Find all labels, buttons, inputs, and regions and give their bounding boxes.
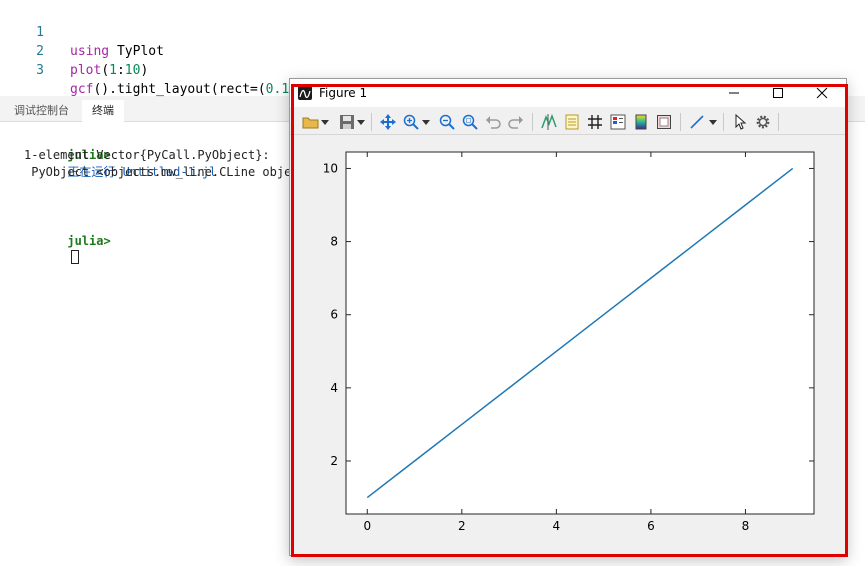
settings-icon[interactable] [754, 113, 772, 131]
figure-app-icon [298, 86, 312, 100]
data-cursor-icon[interactable] [540, 113, 558, 131]
maximize-button[interactable] [756, 79, 800, 107]
code-line-2[interactable]: 2 plot(1:10) [0, 23, 865, 78]
code-token: 1 [109, 63, 117, 78]
toolbar-separator [723, 113, 724, 131]
y-tick-label: 2 [330, 454, 338, 468]
grid-icon[interactable] [586, 113, 604, 131]
terminal-output-line: PyObject <objects.mw_line.CLine object [24, 165, 306, 179]
code-line-1[interactable]: 1 using TyPlot [0, 4, 865, 59]
tab-debug-console[interactable]: 调试控制台 [4, 100, 79, 122]
code-token: : [116, 63, 125, 78]
code-token: plot [70, 63, 102, 78]
x-tick-label: 6 [647, 519, 655, 533]
code-token: ().tight_layout(rect=( [93, 82, 266, 97]
y-tick-label: 8 [330, 235, 338, 249]
code-token: gcf [70, 82, 94, 97]
colormap-icon[interactable] [632, 113, 650, 131]
code-text[interactable]: plot(1:10) [70, 61, 148, 80]
line-style-icon[interactable] [688, 113, 706, 131]
minimize-button[interactable] [712, 79, 756, 107]
figure-window: Figure 1 0 2 4 6 8 2 4 6 8 10 [289, 78, 847, 556]
open-dropdown[interactable] [321, 113, 329, 131]
line-style-dropdown[interactable] [709, 113, 717, 131]
minimize-icon [729, 92, 739, 94]
y-tick-label: 4 [330, 381, 338, 395]
line-number: 3 [36, 63, 44, 78]
code-token: 0.1 [265, 82, 290, 97]
y-tick-label: 10 [323, 161, 338, 175]
maximize-icon [773, 88, 783, 98]
pan-icon[interactable] [379, 113, 397, 131]
tab-terminal[interactable]: 终端 [82, 100, 124, 122]
line-chart[interactable]: 0 2 4 6 8 2 4 6 8 10 [290, 137, 846, 555]
x-tick-label: 0 [363, 519, 371, 533]
zoom-fit-icon[interactable] [461, 113, 479, 131]
figure-titlebar[interactable]: Figure 1 [290, 79, 846, 107]
pointer-icon[interactable] [731, 113, 749, 131]
terminal-output-line: 1-element Vector{PyCall.PyObject}: [24, 148, 270, 162]
toolbar-separator [778, 113, 779, 131]
legend-icon[interactable] [563, 113, 581, 131]
x-tick-label: 4 [553, 519, 561, 533]
code-token: 10 [124, 63, 141, 78]
y-tick-label: 6 [330, 308, 338, 322]
x-tick-label: 8 [742, 519, 750, 533]
undo-icon[interactable] [484, 113, 502, 131]
zoom-in-icon[interactable] [402, 113, 420, 131]
toolbar-separator [371, 113, 372, 131]
code-token: ( [101, 63, 110, 78]
julia-prompt: julia> [67, 234, 111, 248]
x-tick-label: 2 [458, 519, 466, 533]
open-icon[interactable] [302, 113, 320, 131]
terminal-line: julia> [24, 216, 111, 284]
terminal-cursor [71, 250, 80, 264]
colorbar-icon[interactable] [609, 113, 627, 131]
toolbar-separator [532, 113, 533, 131]
window-title: Figure 1 [319, 86, 368, 100]
figure-toolbar [290, 109, 846, 135]
save-icon[interactable] [338, 113, 356, 131]
save-dropdown[interactable] [357, 113, 365, 131]
code-line-3[interactable]: 3 gcf().tight_layout(rect=(0.1, 0.1, 0.9… [0, 42, 865, 97]
zoom-dropdown[interactable] [422, 113, 430, 131]
toolbar-separator [680, 113, 681, 131]
zoom-out-icon[interactable] [438, 113, 456, 131]
plot-area[interactable]: 0 2 4 6 8 2 4 6 8 10 [290, 137, 846, 555]
box-icon[interactable] [655, 113, 673, 131]
redo-icon[interactable] [507, 113, 525, 131]
close-icon [816, 87, 828, 99]
close-button[interactable] [800, 79, 844, 107]
code-token: ) [140, 63, 149, 78]
